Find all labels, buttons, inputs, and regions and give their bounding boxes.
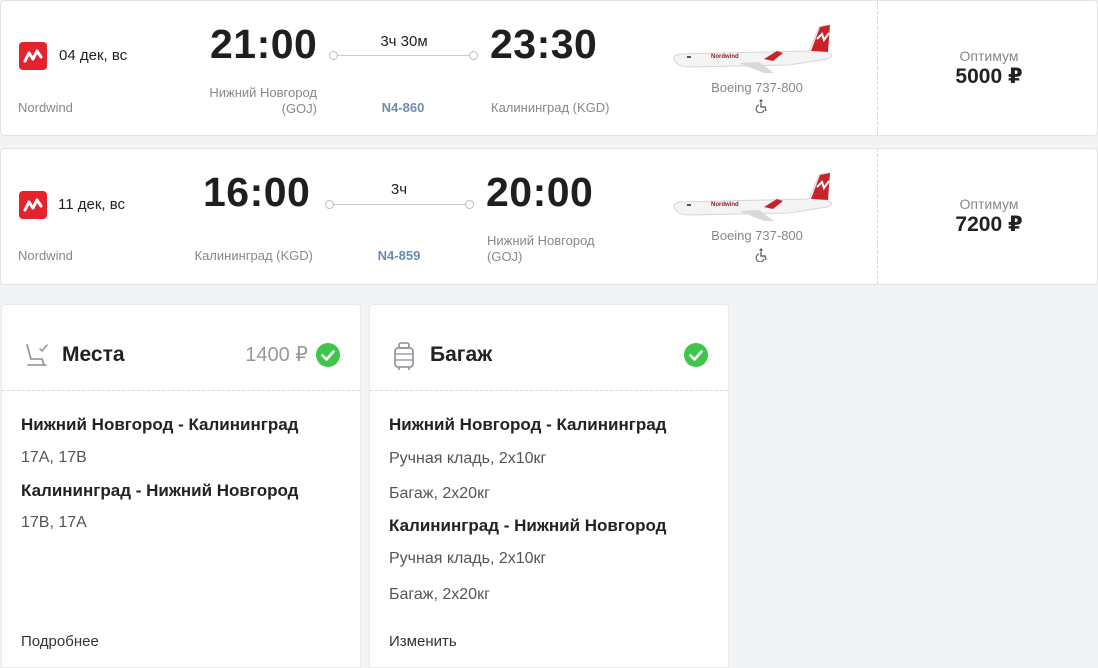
seats-details-link[interactable]: Подробнее (21, 633, 99, 650)
seats-numbers: 17B, 17A (21, 514, 87, 531)
wheelchair-icon (755, 248, 767, 262)
baggage-checked: Багаж, 2x20кг (389, 485, 490, 502)
flight-duration: 3ч 30м (380, 33, 428, 50)
arrival-code: (GOJ) (487, 249, 523, 264)
departure-city: Нижний Новгород (209, 85, 317, 100)
airplane-image-icon: Nordwind (673, 172, 833, 221)
suitcase-icon (394, 342, 414, 370)
seats-route-title: Калининград - Нижний Новгород (21, 481, 299, 500)
route-start-dot (329, 51, 338, 60)
check-icon (316, 343, 340, 367)
seats-panel: Места 1400 ₽ Нижний Новгород - Калинингр… (1, 304, 361, 668)
baggage-hand-luggage: Ручная кладь, 2x10кг (389, 450, 547, 467)
flight-duration: 3ч (390, 181, 408, 198)
route-end-dot (469, 51, 478, 60)
card-divider (877, 1, 878, 135)
flight-date: 04 дек, вс (59, 47, 128, 64)
plane-livery-text: Nordwind (711, 54, 739, 60)
flight-number: N4-860 (381, 100, 425, 115)
airline-name: Nordwind (18, 248, 73, 263)
baggage-route-title: Нижний Новгород - Калининград (389, 415, 667, 434)
card-divider (877, 149, 878, 284)
wheelchair-icon (755, 99, 767, 113)
arrival-place: Нижний Новгород (GOJ) (487, 233, 595, 265)
check-icon (684, 343, 708, 367)
airline-name: Nordwind (18, 100, 73, 115)
arrival-place: Калининград (KGD) (491, 100, 610, 116)
seats-title: Места (62, 343, 125, 366)
departure-place: Нижний Новгород (GOJ) (197, 85, 317, 117)
arrival-time: 20:00 (486, 169, 594, 215)
baggage-change-link[interactable]: Изменить (389, 633, 457, 650)
fare-price: 7200 ₽ (955, 213, 1023, 236)
arrival-city: Нижний Новгород (487, 233, 595, 248)
plane-livery-text: Nordwind (711, 202, 739, 208)
departure-time: 21:00 (210, 21, 318, 67)
baggage-panel: Багаж Нижний Новгород - Калининград Ручн… (369, 304, 729, 668)
route-line (338, 55, 469, 56)
flight-number: N4-859 (377, 248, 421, 263)
baggage-route-title: Калининград - Нижний Новгород (389, 516, 667, 535)
fare-label: Оптимум (959, 196, 1019, 212)
departure-code: (GOJ) (281, 101, 317, 116)
departure-time: 16:00 (203, 169, 311, 215)
baggage-title: Багаж (430, 343, 493, 366)
seats-panel-header: Места 1400 ₽ (2, 305, 360, 391)
route-line (334, 204, 465, 205)
seat-icon (26, 344, 48, 366)
seats-price: 1400 ₽ (245, 344, 308, 366)
flight-card-outbound[interactable]: 04 дек, вс Nordwind 21:00 Нижний Новгоро… (0, 0, 1098, 136)
nordwind-logo-icon (19, 42, 47, 70)
arrival-city: Калининград (KGD) (491, 100, 610, 115)
aircraft-model: Boeing 737-800 (711, 80, 803, 95)
fare-label: Оптимум (959, 48, 1019, 64)
airplane-image-icon: Nordwind (673, 24, 833, 73)
fare-price: 5000 ₽ (955, 65, 1023, 88)
route-start-dot (325, 200, 334, 209)
flight-card-return[interactable]: 11 дек, вс Nordwind 16:00 Калининград (K… (0, 148, 1098, 285)
seats-route-title: Нижний Новгород - Калининград (21, 415, 299, 434)
departure-city: Калининград (KGD) (194, 248, 314, 263)
nordwind-logo-icon (19, 191, 47, 219)
departure-place: Калининград (KGD) (173, 248, 314, 264)
aircraft-model: Boeing 737-800 (711, 228, 803, 243)
flight-date: 11 дек, вс (58, 196, 126, 213)
baggage-panel-header: Багаж (370, 305, 728, 391)
seats-numbers: 17A, 17B (21, 449, 87, 466)
arrival-time: 23:30 (490, 21, 598, 67)
baggage-checked: Багаж, 2x20кг (389, 586, 490, 603)
route-end-dot (465, 200, 474, 209)
baggage-hand-luggage: Ручная кладь, 2x10кг (389, 550, 547, 567)
